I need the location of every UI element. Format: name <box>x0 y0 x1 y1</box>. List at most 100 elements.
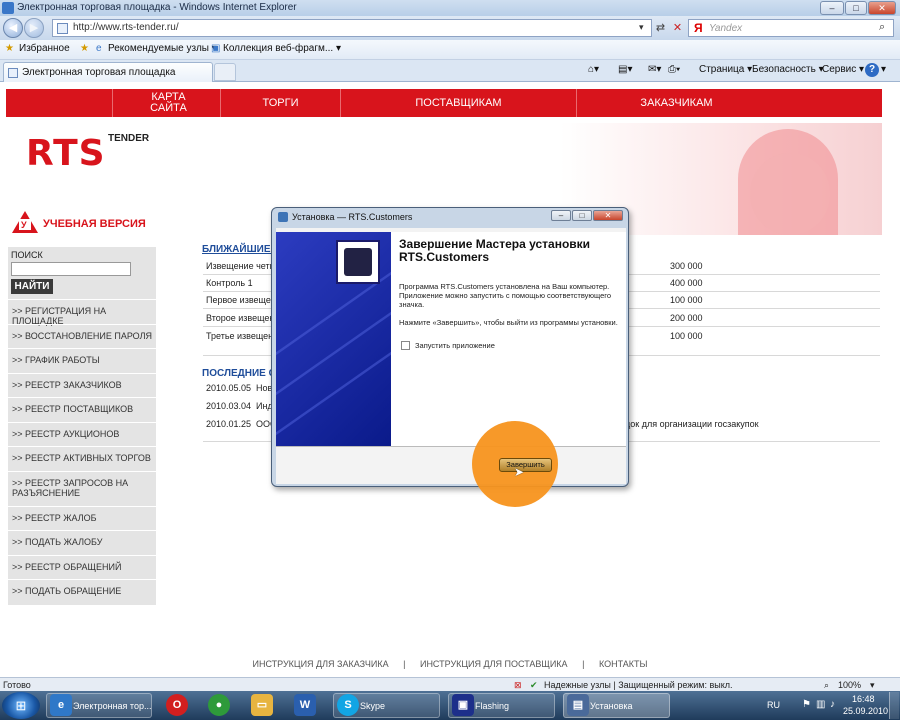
sidebar-item-suppliers-registry[interactable]: >> РЕЕСТР ПОСТАВЩИКОВ <box>8 397 156 421</box>
mail-icon[interactable]: ✉▾ <box>648 64 661 75</box>
sidebar-item-complaints-registry[interactable]: >> РЕЕСТР ЖАЛОБ <box>8 506 156 530</box>
logo-tender: TENDER <box>108 133 150 144</box>
auction-name[interactable]: Третье извещен <box>206 331 273 341</box>
tab-label: Электронная торговая площадка <box>22 67 176 78</box>
folder-icon[interactable]: ▭ <box>251 694 273 716</box>
back-icon[interactable]: ◀ <box>3 18 23 38</box>
search-label: ПОИСК <box>11 250 43 260</box>
forward-icon[interactable]: ▶ <box>24 18 44 38</box>
volume-icon[interactable]: ♪ <box>830 699 835 710</box>
zoom-icon[interactable]: ⌕ <box>824 680 829 691</box>
skype-icon: S <box>337 694 359 716</box>
sidebar-item-active-auctions[interactable]: >> РЕЕСТР АКТИВНЫХ ТОРГОВ <box>8 446 156 470</box>
sidebar-item-submit-request[interactable]: >> ПОДАТЬ ОБРАЩЕНИЕ <box>8 579 156 603</box>
footer-link-supplier-guide[interactable]: ИНСТРУКЦИЯ ДЛЯ ПОСТАВЩИКА <box>420 659 568 669</box>
dropdown-arrow-icon[interactable]: ▾ <box>639 22 644 33</box>
window-title-bar[interactable]: Электронная торговая площадка - Windows … <box>0 0 900 16</box>
tab-active[interactable]: Электронная торговая площадка <box>3 62 213 82</box>
favorites-item-webslices[interactable]: Коллекция веб-фрагм... ▾ <box>223 43 341 54</box>
favorites-button[interactable]: Избранное <box>19 43 70 54</box>
upcoming-auctions-title[interactable]: БЛИЖАЙШИЕ А <box>202 244 281 255</box>
address-bar[interactable]: http://www.rts-tender.ru/ ▾ <box>52 19 652 37</box>
site-search-input[interactable] <box>11 262 131 276</box>
close-window-button[interactable]: ✕ <box>868 1 896 15</box>
nav-auctions[interactable]: ТОРГИ <box>220 89 340 117</box>
news-text-tail[interactable]: адок для организации госзакупок <box>620 419 759 429</box>
dialog-maximize-button[interactable]: □ <box>572 210 592 221</box>
launch-app-label[interactable]: Запустить приложение <box>415 341 495 350</box>
search-box[interactable]: Я Yandex ⌕ <box>688 19 894 37</box>
new-tab-button[interactable] <box>214 63 236 81</box>
show-desktop-button[interactable] <box>889 692 899 719</box>
security-zone[interactable]: Надежные узлы | Защищенный режим: выкл. <box>544 680 733 690</box>
auction-name[interactable]: Первое извещен <box>206 295 276 305</box>
compatibility-icon[interactable]: ⇄ <box>652 19 669 37</box>
start-button[interactable]: ⊞ <box>2 692 40 719</box>
auction-name[interactable]: Второе извещен <box>206 313 274 323</box>
flag-icon[interactable]: ⚑ <box>802 699 811 710</box>
wizard-text-installed: Программа RTS.Customers установлена на В… <box>399 282 612 309</box>
home-icon[interactable]: ⌂▾ <box>588 64 599 75</box>
zoom-dropdown-icon[interactable]: ▾ <box>870 680 875 691</box>
auction-name[interactable]: Извещение четы <box>206 261 276 271</box>
minimize-button[interactable]: – <box>820 1 844 15</box>
dialog-close-button[interactable]: ✕ <box>593 210 623 221</box>
installer-dialog[interactable]: Установка — RTS.Customers – □ ✕ Завершен… <box>271 207 629 487</box>
banner-shape <box>750 153 830 235</box>
auction-name[interactable]: Контроль 1 <box>206 278 253 288</box>
nav-customers[interactable]: ЗАКАЗЧИКАМ <box>576 89 776 117</box>
search-button[interactable]: НАЙТИ <box>11 279 53 294</box>
zoom-level[interactable]: 100% <box>838 680 861 690</box>
news-text[interactable]: Нов <box>256 383 272 393</box>
footer-link-contacts[interactable]: КОНТАКТЫ <box>599 659 648 669</box>
network-icon[interactable]: ▥ <box>816 699 825 710</box>
wizard-content: Завершение Мастера установки RTS.Custome… <box>391 232 626 446</box>
clock-date[interactable]: 25.09.2010 <box>843 706 888 716</box>
print-icon[interactable]: ⎙▾ <box>668 64 680 75</box>
window-title: Электронная торговая площадка - Windows … <box>17 2 297 13</box>
nav-suppliers[interactable]: ПОСТАВЩИКАМ <box>340 89 576 117</box>
ie-icon <box>2 2 14 14</box>
sidebar-item-password-recovery[interactable]: >> ВОССТАНОВЛЕНИЕ ПАРОЛЯ <box>8 324 156 348</box>
feeds-icon[interactable]: ▤▾ <box>618 64 632 75</box>
maximize-button[interactable]: □ <box>845 1 867 15</box>
edu-sign-letter: У <box>21 220 27 230</box>
auction-amount: 100 000 <box>670 331 703 341</box>
status-text: Готово <box>3 680 31 690</box>
flashing-icon: ▣ <box>452 694 474 716</box>
safety-menu[interactable]: Безопасность ▾ <box>752 64 824 75</box>
search-icon[interactable]: ⌕ <box>879 21 885 34</box>
sidebar-item-requests-registry[interactable]: >> РЕЕСТР ОБРАЩЕНИЙ <box>8 555 156 579</box>
logo-rts: RTS <box>26 133 106 174</box>
popup-blocked-icon[interactable]: ⊠ <box>514 680 522 691</box>
clock-time[interactable]: 16:48 <box>852 694 875 704</box>
tools-menu[interactable]: Сервис ▾ <box>822 64 864 75</box>
stop-icon[interactable]: ✕ <box>669 19 686 37</box>
page-icon <box>57 23 68 34</box>
word-icon[interactable]: W <box>294 694 316 716</box>
favorites-item-recommended[interactable]: Рекомендуемые узлы ▾ <box>108 43 217 54</box>
add-favorite-icon[interactable]: ★ <box>80 43 89 54</box>
sidebar-item-schedule[interactable]: >> ГРАФИК РАБОТЫ <box>8 348 156 372</box>
nav-site-map[interactable]: КАРТА САЙТА <box>112 89 224 117</box>
sidebar-item-file-complaint[interactable]: >> ПОДАТЬ ЖАЛОБУ <box>8 530 156 554</box>
sidebar-item-clarification-requests[interactable]: >> РЕЕСТР ЗАПРОСОВ НА РАЗЪЯСНЕНИЕ <box>8 471 156 505</box>
sidebar-item-customers-registry[interactable]: >> РЕЕСТР ЗАКАЗЧИКОВ <box>8 373 156 397</box>
news-date: 2010.05.05 <box>206 383 252 393</box>
sidebar-item-auctions-registry[interactable]: >> РЕЕСТР АУКЦИОНОВ <box>8 422 156 446</box>
footer-link-customer-guide[interactable]: ИНСТРУКЦИЯ ДЛЯ ЗАКАЗЧИКА <box>252 659 388 669</box>
ie-favicon-icon: e <box>96 43 102 54</box>
chrome-icon[interactable]: ● <box>208 694 230 716</box>
news-date: 2010.03.04 <box>206 401 252 411</box>
yandex-logo-icon: Я <box>694 21 703 35</box>
sidebar-item-registration[interactable]: >> РЕГИСТРАЦИЯ НА ПЛОЩАДКЕ <box>8 299 156 326</box>
help-dropdown-icon[interactable]: ▾ <box>881 64 886 75</box>
launch-app-checkbox[interactable] <box>401 341 410 350</box>
page-menu[interactable]: Страница ▾ <box>699 64 752 75</box>
help-icon[interactable]: ? <box>865 63 879 77</box>
language-indicator[interactable]: RU <box>767 700 780 710</box>
opera-icon[interactable]: O <box>166 694 188 716</box>
dialog-minimize-button[interactable]: – <box>551 210 571 221</box>
finish-button[interactable]: Завершить <box>499 458 552 472</box>
webslice-icon: ▣ <box>211 43 221 54</box>
